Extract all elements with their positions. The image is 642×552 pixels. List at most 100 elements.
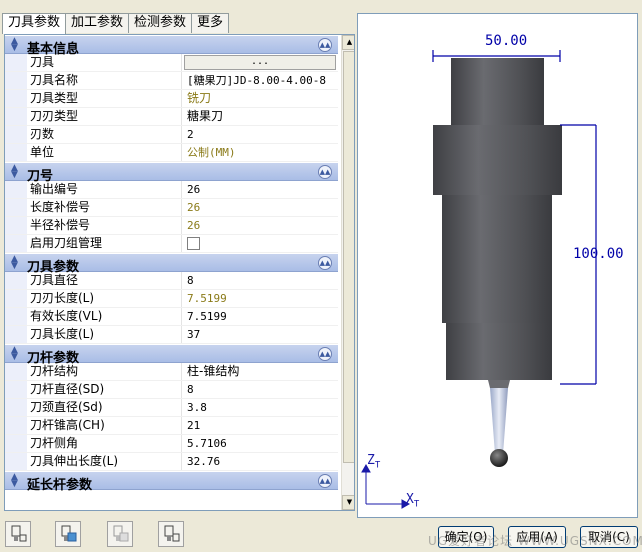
group-toggle-icon: ▲ ▼ <box>11 163 18 180</box>
group-toggle-icon: ▲ ▼ <box>11 472 18 489</box>
prop-row-effective-length: 有效长度(VL) 7.5199 <box>5 308 338 326</box>
prop-label: 刀具名称 <box>27 72 182 89</box>
tool-group-checkbox[interactable] <box>187 237 200 250</box>
shank-structure-field[interactable]: 柱-锥结构 <box>182 363 338 380</box>
prop-row-side-angle: 刀杆侧角 5.7106 <box>5 435 338 453</box>
scroll-down-arrow-icon[interactable]: ▼ <box>342 495 354 510</box>
collapse-icon[interactable]: ▲▲ <box>318 347 332 361</box>
prop-row-edge-type: 刀刃类型 糖果刀 <box>5 108 338 126</box>
tool-library-button[interactable] <box>5 521 31 547</box>
prop-row-flutes: 刃数 2 <box>5 126 338 144</box>
prop-row-tool-name: 刀具名称 [糖果刀]JD-8.00-4.00-8 <box>5 72 338 90</box>
group-toggle-icon: ▲ ▼ <box>11 254 18 271</box>
axis-triad-icon <box>361 463 411 509</box>
shank-diameter-field[interactable]: 8 <box>182 381 338 398</box>
group-toggle-icon: ▲ ▼ <box>11 36 18 53</box>
prop-row-length-comp: 长度补偿号 26 <box>5 199 338 217</box>
prop-label: 单位 <box>27 144 182 161</box>
length-dimension-label: 100.00 <box>573 246 624 262</box>
flutes-field[interactable]: 2 <box>182 126 338 143</box>
tool-import-button[interactable] <box>55 521 81 547</box>
group-title: 延长杆参数 <box>27 478 93 493</box>
prop-label: 刀杆直径(SD) <box>27 381 182 398</box>
prop-label: 刀具类型 <box>27 90 182 107</box>
taper-height-field[interactable]: 21 <box>182 417 338 434</box>
collapse-icon[interactable]: ▲▲ <box>318 165 332 179</box>
prop-label: 刀刃长度(L) <box>27 290 182 307</box>
prop-label: 刀刃类型 <box>27 108 182 125</box>
watermark: UG爱好者论坛 WWW.UGSNX.COM <box>428 534 642 548</box>
tab-more[interactable]: 更多 <box>191 13 230 33</box>
group-toggle-icon: ▲ ▼ <box>11 345 18 362</box>
collapse-icon[interactable]: ▲▲ <box>318 256 332 270</box>
prop-row-radius-comp: 半径补偿号 26 <box>5 217 338 235</box>
scroll-up-arrow-icon[interactable]: ▲ <box>342 35 354 50</box>
prop-row-tool-group: 启用刀组管理 <box>5 235 338 253</box>
collapse-icon[interactable]: ▲▲ <box>318 474 332 488</box>
prop-row-edge-length: 刀刃长度(L) 7.5199 <box>5 290 338 308</box>
prop-label: 有效长度(VL) <box>27 308 182 325</box>
ball-tip-icon <box>490 449 508 467</box>
overhang-field[interactable]: 32.76 <box>182 453 338 470</box>
tool-type-field[interactable]: 铣刀 <box>182 90 338 107</box>
group-title: 基本信息 <box>27 42 80 57</box>
prop-label: 刀杆侧角 <box>27 435 182 452</box>
prop-row-shank-diameter: 刀杆直径(SD) 8 <box>5 381 338 399</box>
z-axis-label: ZT <box>367 453 381 471</box>
tool-preview-drawing <box>361 50 597 509</box>
tool-export-icon <box>113 525 129 542</box>
collapse-icon[interactable]: ▲▲ <box>318 38 332 52</box>
tool-import-icon <box>61 525 77 542</box>
neck-diameter-field[interactable]: 3.8 <box>182 399 338 416</box>
tool-library-icon <box>11 525 27 542</box>
prop-row-overhang: 刀具伸出长度(L) 32.76 <box>5 453 338 471</box>
group-title: 刀号 <box>27 169 54 184</box>
tool-select-button[interactable]: ... <box>184 55 336 70</box>
prop-row-taper-height: 刀杆锥高(CH) 21 <box>5 417 338 435</box>
tab-inspection-params[interactable]: 检测参数 <box>128 13 193 33</box>
edge-type-field[interactable]: 糖果刀 <box>182 108 338 125</box>
prop-label: 刀具长度(L) <box>27 326 182 343</box>
vertical-scrollbar[interactable]: ▲ ▼ <box>341 35 354 510</box>
tool-compare-button[interactable] <box>158 521 184 547</box>
tool-preview-viewport: 50.00 100.00 ZT XT <box>357 13 638 518</box>
tab-bar: 刀具参数 加工参数 检测参数 更多 <box>2 13 230 34</box>
tool-body <box>433 58 562 467</box>
tool-compare-icon <box>164 525 180 542</box>
edge-length-field[interactable]: 7.5199 <box>182 290 338 307</box>
group-header-basic-info[interactable]: ▲ ▼ 基本信息 ▲▲ <box>5 35 338 57</box>
prop-row-output-number: 输出编号 26 <box>5 181 338 199</box>
property-grid-content: ▲ ▼ 基本信息 ▲▲ 刀具 ... 刀具名称 [糖果刀]JD-8.00-4.00… <box>5 35 338 510</box>
prop-label: 刃数 <box>27 126 182 143</box>
group-header-tool-number[interactable]: ▲ ▼ 刀号 ▲▲ <box>5 162 338 184</box>
prop-row-tool-length: 刀具长度(L) 37 <box>5 326 338 344</box>
side-angle-field[interactable]: 5.7106 <box>182 435 338 452</box>
prop-label: 启用刀组管理 <box>27 235 182 252</box>
unit-field[interactable]: 公制(MM) <box>182 144 338 161</box>
diameter-field[interactable]: 8 <box>182 272 338 289</box>
x-axis-label: XT <box>406 492 420 510</box>
prop-label: 刀杆锥高(CH) <box>27 417 182 434</box>
scrollbar-thumb[interactable] <box>343 51 354 463</box>
group-header-tool-params[interactable]: ▲ ▼ 刀具参数 ▲▲ <box>5 253 338 275</box>
property-grid: ▲ ▼ 基本信息 ▲▲ 刀具 ... 刀具名称 [糖果刀]JD-8.00-4.00… <box>4 34 355 511</box>
group-title: 刀具参数 <box>27 260 80 275</box>
width-dimension-label: 50.00 <box>485 33 528 49</box>
tab-machining-params[interactable]: 加工参数 <box>65 13 130 33</box>
tool-length-field[interactable]: 37 <box>182 326 338 343</box>
output-number-field[interactable]: 26 <box>182 181 338 198</box>
tool-export-button[interactable] <box>107 521 133 547</box>
prop-label: 刀颈直径(Sd) <box>27 399 182 416</box>
group-header-extension-params[interactable]: ▲ ▼ 延长杆参数 ▲▲ <box>5 471 338 493</box>
length-comp-field[interactable]: 26 <box>182 199 338 216</box>
prop-label: 长度补偿号 <box>27 199 182 216</box>
prop-row-neck-diameter: 刀颈直径(Sd) 3.8 <box>5 399 338 417</box>
prop-row-unit: 单位 公制(MM) <box>5 144 338 162</box>
group-header-shank-params[interactable]: ▲ ▼ 刀杆参数 ▲▲ <box>5 344 338 366</box>
tool-name-field[interactable]: [糖果刀]JD-8.00-4.00-8 <box>182 72 338 89</box>
tab-tool-params[interactable]: 刀具参数 <box>2 13 67 34</box>
prop-label: 半径补偿号 <box>27 217 182 234</box>
radius-comp-field[interactable]: 26 <box>182 217 338 234</box>
prop-label: 刀具伸出长度(L) <box>27 453 182 470</box>
effective-length-field[interactable]: 7.5199 <box>182 308 338 325</box>
